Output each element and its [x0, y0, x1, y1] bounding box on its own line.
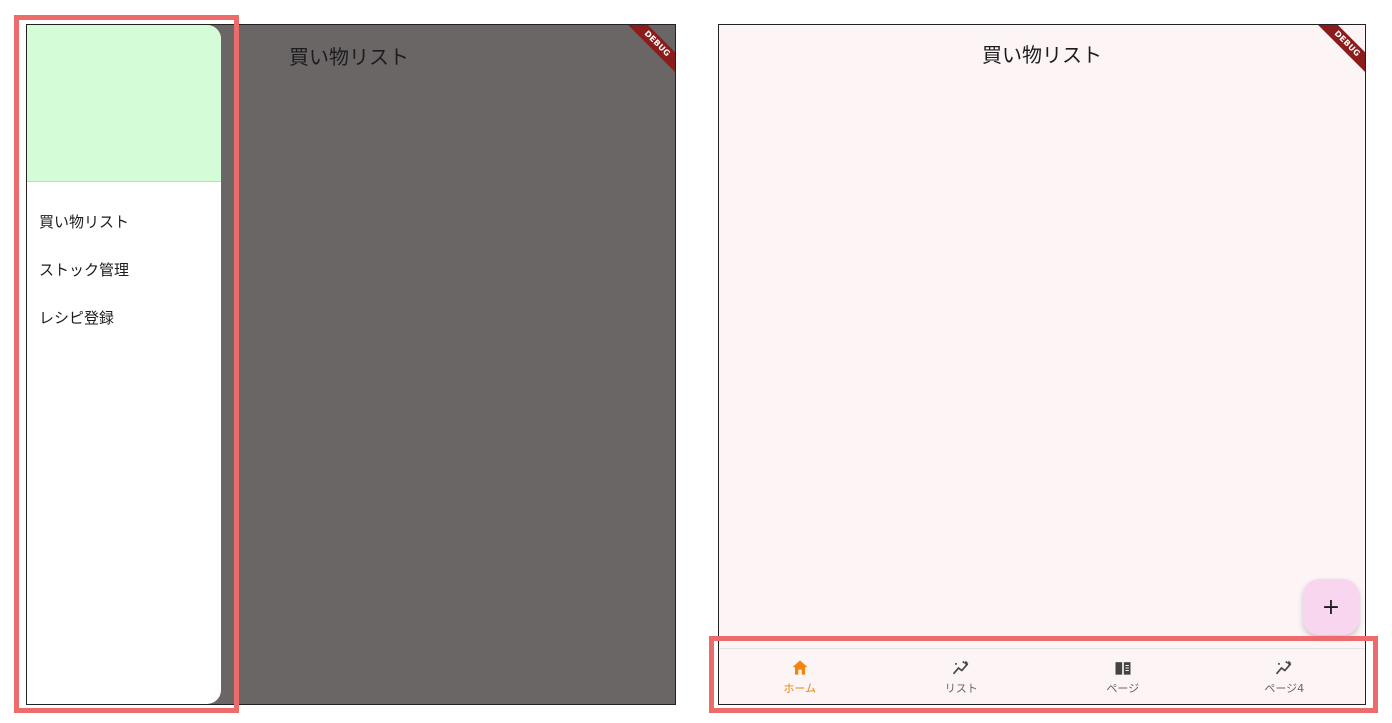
drawer-item-shopping-list[interactable]: 買い物リスト	[27, 198, 221, 246]
nav-label-page4: ページ4	[1264, 681, 1305, 695]
drawer-menu: 買い物リスト ストック管理 レシピ登録	[27, 182, 221, 342]
nav-item-page[interactable]: ページ	[1042, 649, 1204, 704]
sparkline-icon	[953, 660, 969, 674]
sparkline-icon	[1276, 660, 1292, 674]
navigation-drawer: 買い物リスト ストック管理 レシピ登録	[27, 25, 221, 704]
book-icon	[1115, 661, 1131, 675]
home-icon	[792, 660, 808, 675]
right-phone-screen: 買い物リスト DEBUG + ホーム リスト ページ ページ4	[718, 24, 1366, 705]
add-fab-button[interactable]: +	[1303, 579, 1359, 635]
nav-item-page4[interactable]: ページ4	[1204, 649, 1366, 704]
drawer-header	[27, 25, 221, 182]
nav-label-home: ホーム	[783, 681, 817, 695]
nav-label-page: ページ	[1106, 681, 1140, 695]
screenshot-stage: 買い物リスト DEBUG 買い物リスト ストック管理 レシピ登録 買い物リスト …	[0, 0, 1392, 723]
drawer-item-recipe-registration[interactable]: レシピ登録	[27, 294, 221, 342]
left-phone-screen: 買い物リスト DEBUG 買い物リスト ストック管理 レシピ登録	[26, 24, 676, 705]
bottom-navigation-bar: ホーム リスト ページ ページ4	[719, 648, 1365, 704]
drawer-item-stock-management[interactable]: ストック管理	[27, 246, 221, 294]
app-title: 買い物リスト	[289, 45, 409, 69]
nav-label-list: リスト	[944, 681, 978, 695]
app-title: 買い物リスト	[982, 43, 1102, 67]
nav-item-home[interactable]: ホーム	[719, 649, 881, 704]
nav-item-list[interactable]: リスト	[881, 649, 1043, 704]
